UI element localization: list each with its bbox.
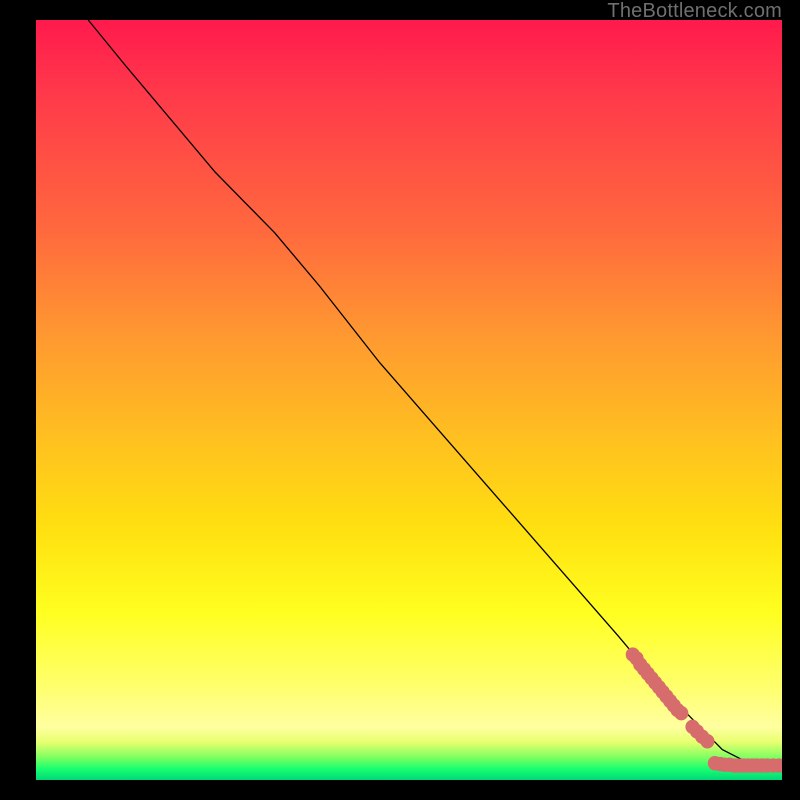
plot-area xyxy=(36,20,782,780)
scatter-points xyxy=(626,647,782,772)
data-point xyxy=(674,706,688,720)
data-point xyxy=(700,734,714,748)
chart-svg xyxy=(36,20,782,780)
curve-line xyxy=(88,20,782,765)
chart-frame: TheBottleneck.com xyxy=(0,0,800,800)
watermark-text: TheBottleneck.com xyxy=(607,0,782,23)
